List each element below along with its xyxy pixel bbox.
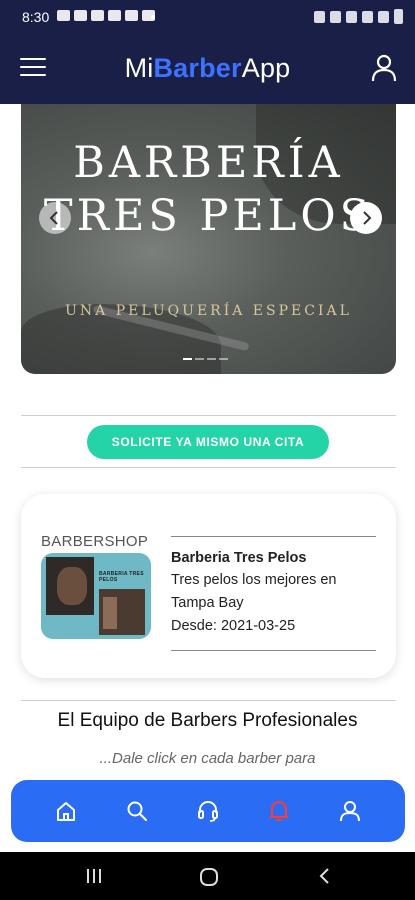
- headset-icon: [197, 801, 218, 822]
- divider: [21, 700, 396, 701]
- shop-thumbnail: BARBERIA TRES PELOS: [41, 553, 151, 639]
- user-icon: [371, 54, 397, 82]
- barbershop-card[interactable]: BARBERSHOP BARBERIA TRES PELOS Barberia …: [21, 494, 396, 678]
- recent-apps-icon: [87, 869, 101, 883]
- user-icon: [339, 801, 360, 822]
- carousel-title-line2: TRES PELOS: [43, 191, 374, 241]
- signal-icon: [378, 10, 389, 23]
- notification-icons: [57, 10, 155, 21]
- twitter-icon: [57, 10, 70, 21]
- shop-thumbnail-label: BARBERIA TRES PELOS: [99, 571, 144, 583]
- alarm-icon: [314, 10, 325, 23]
- back-icon: [319, 868, 329, 884]
- home-button[interactable]: [199, 867, 219, 892]
- nav-search[interactable]: [117, 791, 157, 831]
- status-time: 8:30: [22, 9, 50, 25]
- carousel-indicator[interactable]: [183, 358, 192, 360]
- shop-description: Tres pelos los mejores en: [171, 572, 337, 588]
- home-icon: [57, 802, 76, 821]
- brand-accent: Barber: [153, 53, 242, 83]
- app-header: MiBarberApp: [0, 34, 415, 104]
- status-bar: 8:30: [0, 0, 415, 34]
- signal-icon: [362, 10, 373, 23]
- divider: [21, 415, 396, 416]
- carousel-indicator[interactable]: [195, 358, 204, 360]
- profile-button[interactable]: [371, 54, 397, 82]
- carousel-indicator[interactable]: [219, 358, 228, 360]
- recent-apps-button[interactable]: [85, 867, 103, 890]
- twitter-icon: [74, 10, 87, 21]
- more-notifications-dot: [151, 15, 155, 19]
- wifi-icon: [346, 10, 357, 23]
- carousel-title-line1: BARBERÍA: [73, 138, 344, 188]
- search-icon: [127, 801, 148, 822]
- shop-info: Barberia Tres Pelos Tres pelos los mejor…: [171, 536, 376, 651]
- system-icons: [314, 9, 403, 24]
- back-button[interactable]: [318, 867, 332, 890]
- shop-category: BARBERSHOP: [41, 533, 149, 550]
- shop-description: Tampa Bay: [171, 595, 244, 611]
- carousel-indicators: [183, 358, 228, 360]
- home-circle-icon: [200, 868, 218, 886]
- divider: [21, 467, 396, 468]
- book-appointment-button[interactable]: SOLICITE YA MISMO UNA CITA: [87, 425, 329, 459]
- carousel-next-button[interactable]: [350, 202, 382, 234]
- chevron-right-icon: [363, 211, 372, 225]
- carousel-subtitle: UNA PELUQUERÍA ESPECIAL: [65, 303, 352, 319]
- mute-icon: [330, 10, 341, 23]
- chevron-left-icon: [49, 211, 58, 225]
- shop-since-date: Desde: 2021-03-25: [171, 618, 296, 634]
- team-section-title: El Equipo de Barbers Profesionales: [57, 710, 358, 731]
- battery-icon: [394, 9, 403, 24]
- nav-notifications[interactable]: [259, 791, 299, 831]
- system-navigation-bar: [0, 852, 415, 900]
- nav-home[interactable]: [46, 791, 86, 831]
- minus-circle-icon: [125, 10, 138, 21]
- image-icon: [108, 10, 121, 21]
- hero-carousel[interactable]: BARBERÍA TRES PELOS UNA PELUQUERÍA ESPEC…: [21, 104, 396, 374]
- nav-profile[interactable]: [330, 791, 370, 831]
- nav-support[interactable]: [188, 791, 228, 831]
- carousel-prev-button[interactable]: [39, 202, 71, 234]
- image-icon: [91, 10, 104, 21]
- app-logo: MiBarberApp: [0, 53, 415, 84]
- bottom-navigation: [11, 780, 405, 842]
- team-section-subtitle: ...Dale click en cada barber para: [99, 750, 316, 767]
- brand-prefix: Mi: [124, 53, 154, 83]
- brand-suffix: App: [241, 53, 291, 83]
- shop-name: Barberia Tres Pelos: [171, 550, 307, 566]
- carousel-indicator[interactable]: [207, 358, 216, 360]
- bell-icon: [269, 801, 288, 821]
